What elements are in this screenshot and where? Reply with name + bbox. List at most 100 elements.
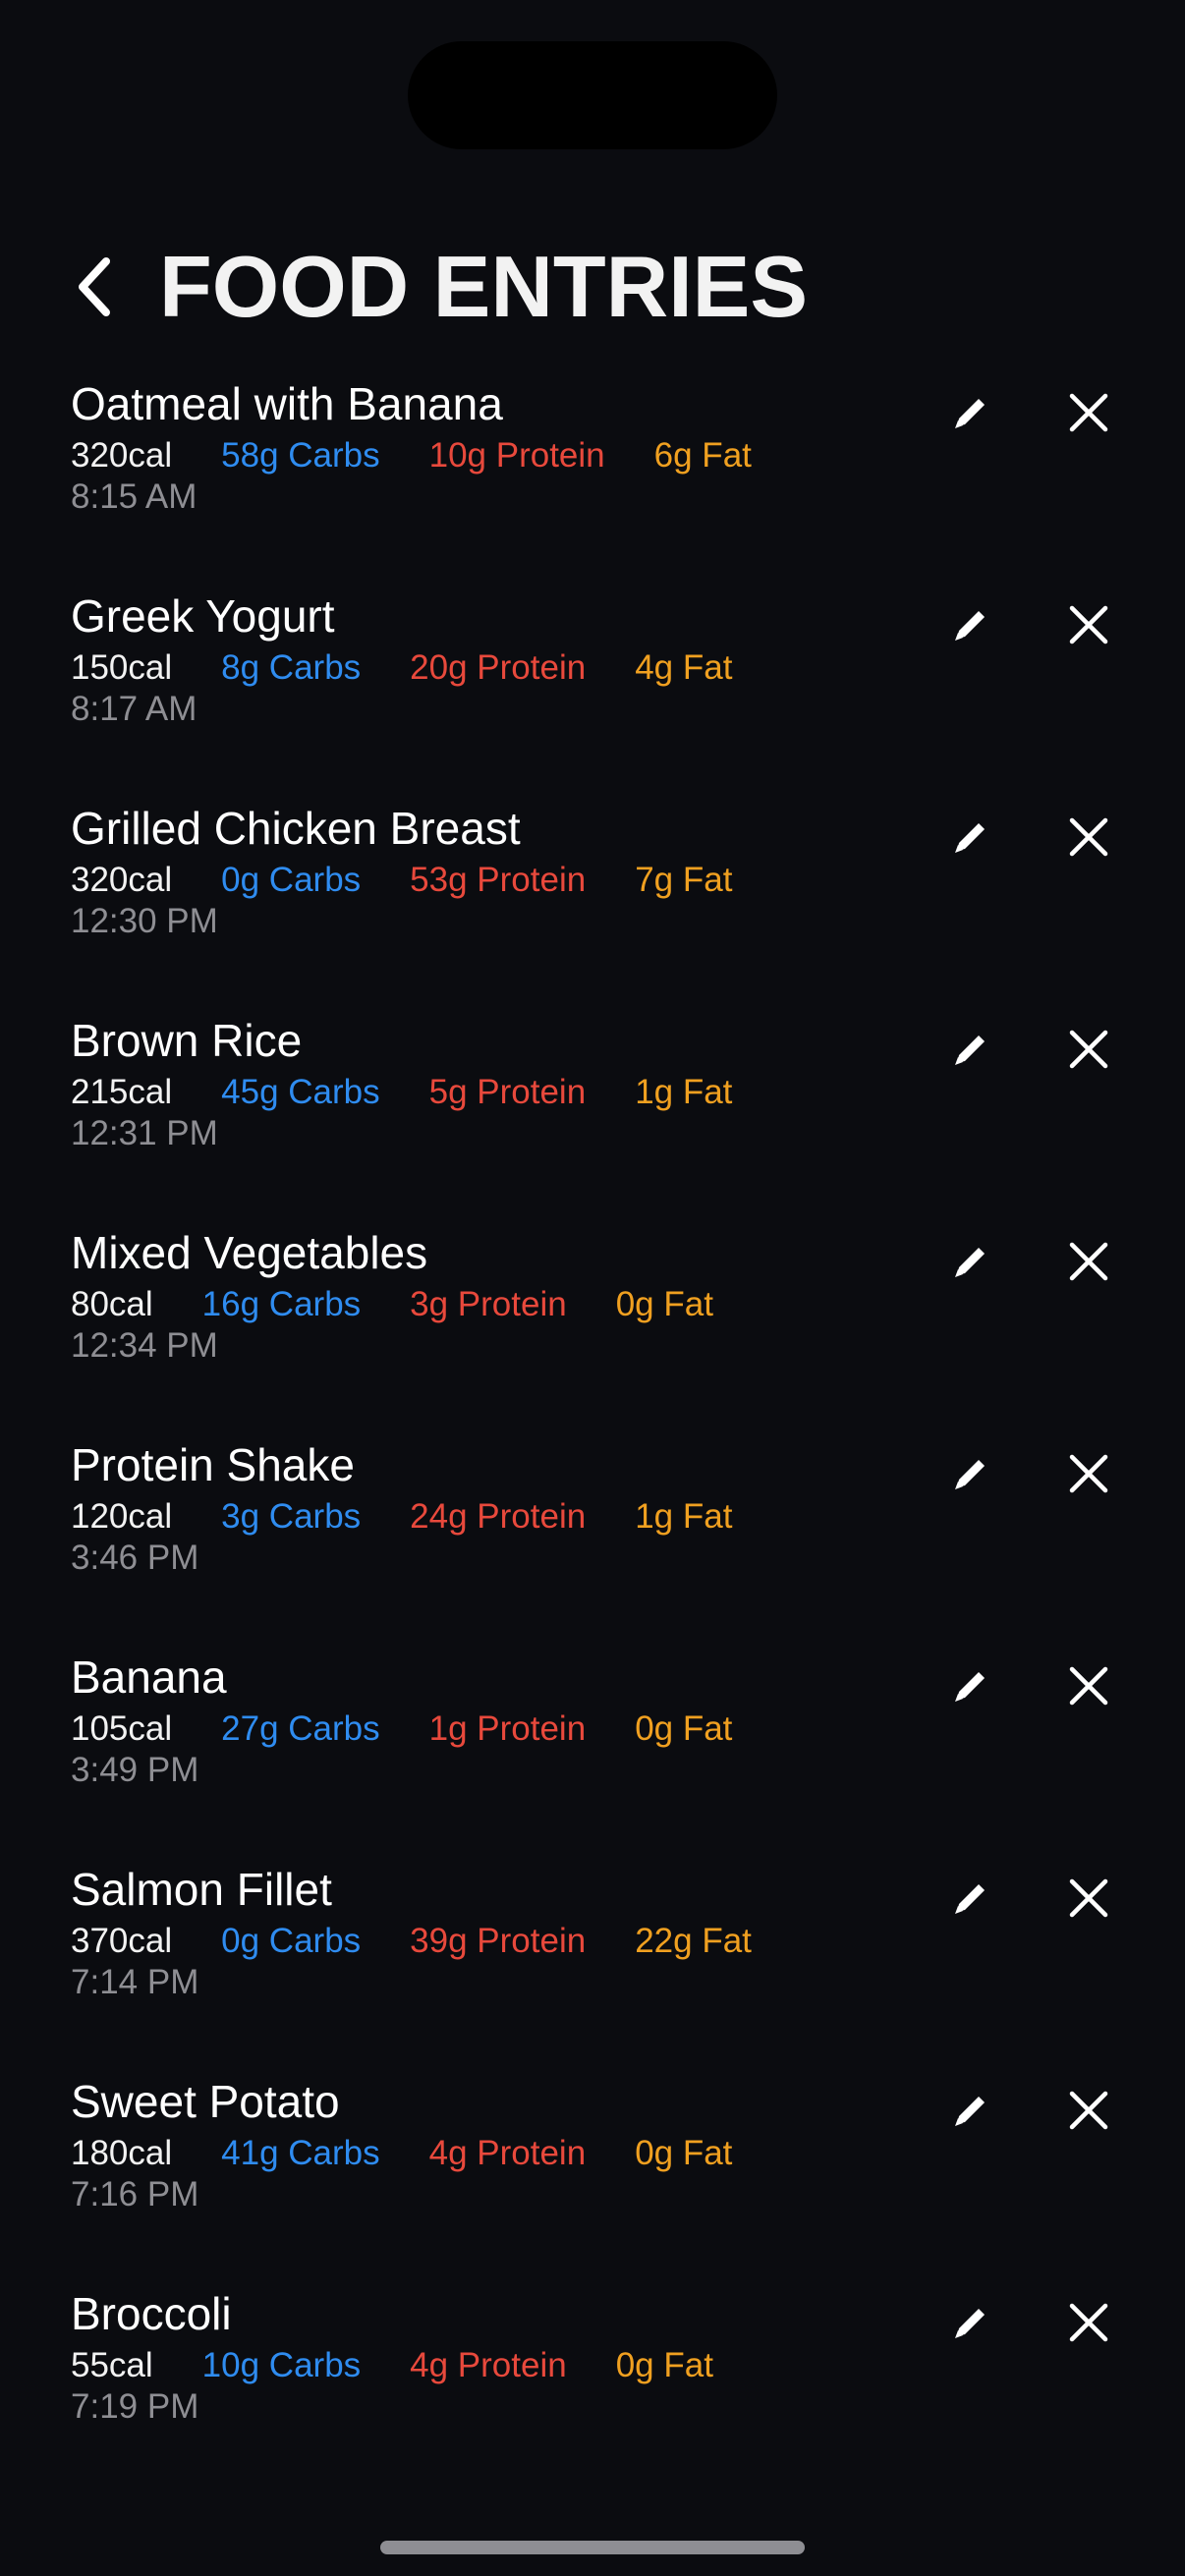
entry-time: 8:17 AM xyxy=(71,690,198,728)
dynamic-island xyxy=(408,41,777,149)
entry-name: Protein Shake xyxy=(71,1439,355,1490)
pencil-icon xyxy=(955,1460,985,1489)
entry-macros: 320cal 58g Carbs 10g Protein 6g Fat xyxy=(71,436,752,476)
edit-button[interactable] xyxy=(941,1656,1000,1715)
chevron-left-icon xyxy=(79,257,110,316)
entry-carbs: 8g Carbs xyxy=(221,648,362,687)
edit-button[interactable] xyxy=(941,2081,1000,2140)
entry-calories: 105cal xyxy=(71,1709,173,1748)
entry-name: Banana xyxy=(71,1652,227,1703)
entry-protein: 1g Protein xyxy=(428,1709,587,1748)
entry-macros: 215cal 45g Carbs 5g Protein 1g Fat xyxy=(71,1073,732,1112)
entry-time: 12:30 PM xyxy=(71,902,218,940)
entry-calories: 80cal xyxy=(71,1285,153,1323)
entry-protein: 3g Protein xyxy=(410,1285,567,1323)
entry-name: Sweet Potato xyxy=(71,2076,340,2127)
edit-button[interactable] xyxy=(941,1444,1000,1503)
entry-time: 3:49 PM xyxy=(71,1751,199,1789)
food-entry: Protein Shake 120cal 3g Carbs 24g Protei… xyxy=(0,1434,1185,1647)
food-entry: Oatmeal with Banana 320cal 58g Carbs 10g… xyxy=(0,373,1185,586)
entry-time: 7:19 PM xyxy=(71,2387,199,2426)
back-button[interactable] xyxy=(71,248,118,326)
close-icon xyxy=(1069,1242,1108,1281)
entry-name: Broccoli xyxy=(71,2288,232,2339)
delete-button[interactable] xyxy=(1059,2293,1118,2352)
entry-time: 7:14 PM xyxy=(71,1963,199,2001)
edit-button[interactable] xyxy=(941,2293,1000,2352)
edit-button[interactable] xyxy=(941,383,1000,442)
pencil-icon xyxy=(955,2097,985,2126)
edit-button[interactable] xyxy=(941,1869,1000,1928)
entry-macros: 370cal 0g Carbs 39g Protein 22g Fat xyxy=(71,1922,752,1961)
pencil-icon xyxy=(955,399,985,428)
entry-fat: 4g Fat xyxy=(635,648,733,687)
edit-button[interactable] xyxy=(941,1020,1000,1079)
entry-protein: 5g Protein xyxy=(428,1073,587,1111)
close-icon xyxy=(1069,1030,1108,1069)
entry-macros: 80cal 16g Carbs 3g Protein 0g Fat xyxy=(71,1285,713,1324)
pencil-icon xyxy=(955,1036,985,1065)
food-entry: Greek Yogurt 150cal 8g Carbs 20g Protein… xyxy=(0,586,1185,798)
food-entry: Banana 105cal 27g Carbs 1g Protein 0g Fa… xyxy=(0,1647,1185,1859)
edit-button[interactable] xyxy=(941,1232,1000,1291)
entry-fat: 22g Fat xyxy=(635,1922,752,1960)
delete-button[interactable] xyxy=(1059,1869,1118,1928)
edit-button[interactable] xyxy=(941,595,1000,654)
food-entry: Broccoli 55cal 10g Carbs 4g Protein 0g F… xyxy=(0,2283,1185,2495)
entry-macros: 320cal 0g Carbs 53g Protein 7g Fat xyxy=(71,861,732,900)
food-entry: Grilled Chicken Breast 320cal 0g Carbs 5… xyxy=(0,798,1185,1010)
entry-calories: 55cal xyxy=(71,2346,153,2384)
entry-fat: 1g Fat xyxy=(635,1073,733,1111)
entry-fat: 0g Fat xyxy=(635,2134,733,2172)
entry-name: Brown Rice xyxy=(71,1015,303,1066)
entry-name: Greek Yogurt xyxy=(71,590,335,642)
close-icon xyxy=(1069,2303,1108,2342)
entry-protein: 10g Protein xyxy=(428,436,605,475)
delete-button[interactable] xyxy=(1059,383,1118,442)
entry-time: 12:34 PM xyxy=(71,1326,218,1365)
entry-carbs: 3g Carbs xyxy=(221,1497,362,1536)
entry-calories: 215cal xyxy=(71,1073,173,1111)
entry-carbs: 27g Carbs xyxy=(221,1709,380,1748)
entry-calories: 320cal xyxy=(71,436,173,475)
entry-protein: 24g Protein xyxy=(410,1497,587,1536)
close-icon xyxy=(1069,817,1108,857)
home-indicator[interactable] xyxy=(380,2541,805,2554)
entry-carbs: 0g Carbs xyxy=(221,861,362,899)
close-icon xyxy=(1069,2091,1108,2130)
entry-fat: 0g Fat xyxy=(635,1709,733,1748)
entry-name: Grilled Chicken Breast xyxy=(71,803,521,854)
food-entry: Mixed Vegetables 80cal 16g Carbs 3g Prot… xyxy=(0,1222,1185,1434)
entry-protein: 4g Protein xyxy=(410,2346,567,2384)
entry-protein: 53g Protein xyxy=(410,861,587,899)
entry-carbs: 16g Carbs xyxy=(201,1285,362,1323)
delete-button[interactable] xyxy=(1059,1020,1118,1079)
close-icon xyxy=(1069,605,1108,644)
close-icon xyxy=(1069,1878,1108,1918)
delete-button[interactable] xyxy=(1059,1656,1118,1715)
delete-button[interactable] xyxy=(1059,595,1118,654)
delete-button[interactable] xyxy=(1059,1444,1118,1503)
delete-button[interactable] xyxy=(1059,1232,1118,1291)
header: FOOD ENTRIES xyxy=(71,228,808,346)
food-entries-list: Oatmeal with Banana 320cal 58g Carbs 10g… xyxy=(0,373,1185,2495)
entry-fat: 0g Fat xyxy=(615,2346,713,2384)
pencil-icon xyxy=(955,1672,985,1702)
close-icon xyxy=(1069,393,1108,432)
entry-name: Oatmeal with Banana xyxy=(71,378,503,429)
entry-macros: 105cal 27g Carbs 1g Protein 0g Fat xyxy=(71,1709,732,1749)
entry-macros: 55cal 10g Carbs 4g Protein 0g Fat xyxy=(71,2346,713,2385)
entry-calories: 320cal xyxy=(71,861,173,899)
food-entry: Sweet Potato 180cal 41g Carbs 4g Protein… xyxy=(0,2071,1185,2283)
edit-button[interactable] xyxy=(941,808,1000,867)
entry-name: Mixed Vegetables xyxy=(71,1227,428,1278)
delete-button[interactable] xyxy=(1059,2081,1118,2140)
entry-calories: 150cal xyxy=(71,648,173,687)
page-title: FOOD ENTRIES xyxy=(159,238,809,335)
delete-button[interactable] xyxy=(1059,808,1118,867)
pencil-icon xyxy=(955,2309,985,2338)
entry-carbs: 0g Carbs xyxy=(221,1922,362,1960)
pencil-icon xyxy=(955,1884,985,1914)
entry-fat: 7g Fat xyxy=(635,861,733,899)
entry-time: 7:16 PM xyxy=(71,2175,199,2213)
